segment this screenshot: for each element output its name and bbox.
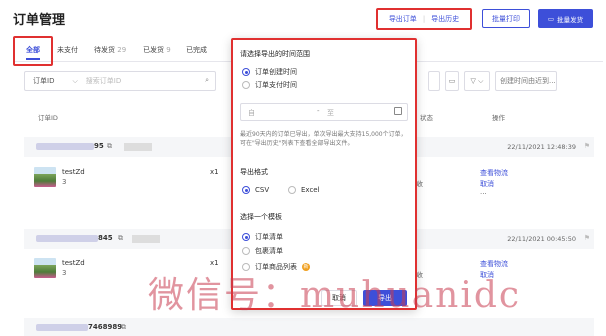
format-csv[interactable]: CSV [242, 186, 269, 194]
template-order-list-label: 订单清单 [255, 233, 283, 241]
truck-icon: ▭ [547, 14, 555, 23]
order-id-suffix: 845 [98, 234, 113, 242]
export-actions-group: 导出订单 | 导出历史 [376, 8, 472, 30]
product-name: testZd [62, 259, 85, 267]
export-history-link[interactable]: 导出历史 [431, 14, 459, 24]
copy-icon[interactable]: ⧉ [118, 234, 123, 243]
product-name: testZd [62, 168, 85, 176]
flag-icon[interactable]: ⚑ [584, 142, 590, 150]
time-option-paid[interactable]: 订单支付时间 [242, 80, 297, 90]
id-select-label: 订单ID [33, 77, 55, 85]
sort-select[interactable]: 创建时间由近到... [495, 71, 557, 91]
radio-selected [242, 233, 250, 241]
radio-selected [242, 186, 250, 194]
batch-ship-button[interactable]: ▭ 批量发货 [538, 9, 593, 28]
blurred-order-id [36, 324, 88, 331]
template-title: 选择一个模板 [240, 213, 282, 221]
col-action: 操作 [492, 114, 505, 122]
time-option-created[interactable]: 订单创建时间 [242, 67, 297, 77]
calendar-icon[interactable] [394, 107, 402, 115]
order-id-search[interactable]: 订单ID ⌵ 搜索订单ID ⌕ [24, 71, 216, 91]
tab-unpaid-label: 未支付 [57, 46, 78, 54]
product-thumbnail [34, 167, 56, 187]
format-csv-label: CSV [255, 186, 270, 194]
template-package-list[interactable]: 包裹清单 [242, 246, 283, 256]
tab-all-label: 全部 [26, 46, 40, 54]
date-range-picker[interactable]: 自 - 至 [240, 103, 408, 121]
time-option-paid-label: 订单支付时间 [255, 81, 297, 89]
filter-funnel-icon[interactable]: ▽ ⌵ [464, 71, 490, 91]
tab-shipped[interactable]: 已发货 9 [143, 45, 171, 55]
product-qty: 3 [62, 269, 67, 277]
format-excel[interactable]: Excel [288, 186, 320, 194]
radio-unselected [242, 81, 250, 89]
product-qty: 3 [62, 178, 67, 186]
template-package-list-label: 包裹清单 [255, 247, 283, 255]
active-tab-underline [26, 58, 40, 60]
flag-icon[interactable]: ⚑ [584, 234, 590, 242]
export-order-link[interactable]: 导出订单 [389, 14, 417, 24]
export-separator: | [422, 15, 426, 23]
radio-unselected [288, 186, 296, 194]
date-to-input[interactable]: 至 [327, 108, 334, 118]
export-note: 最近90天内的订单已导出，单次导出最大支持15,000个订单，可在"导出历史"列… [240, 131, 407, 147]
sort-select-label: 创建时间由近到... [500, 77, 556, 85]
page-title: 订单管理 [13, 13, 66, 28]
blurred-order-id [36, 235, 98, 242]
blurred-text [124, 143, 152, 151]
tab-to-ship-label: 待发货 [94, 46, 115, 54]
format-excel-label: Excel [301, 186, 320, 194]
tab-shipped-count: 9 [166, 46, 171, 54]
template-order-list[interactable]: 订单清单 [242, 232, 283, 242]
order-id-suffix: 95 [94, 142, 104, 150]
tab-to-ship-count: 29 [117, 46, 127, 54]
list-icon[interactable]: ▭ [445, 71, 459, 91]
blurred-text [132, 235, 160, 243]
order-management-page: 订单管理 导出订单 | 导出历史 批量打印 ▭ 批量发货 全部 未支付 待发货 … [0, 0, 606, 336]
product-thumbnail [34, 258, 56, 278]
tab-all[interactable]: 全部 [26, 45, 40, 55]
tab-to-ship[interactable]: 待发货 29 [94, 45, 126, 55]
blurred-order-id [36, 143, 94, 150]
time-range-title: 请选择导出的时间范围 [240, 50, 310, 58]
time-option-created-label: 订单创建时间 [255, 68, 297, 76]
search-icon[interactable]: ⌕ [205, 76, 209, 85]
col-status: 状态 [420, 114, 433, 122]
tab-shipped-label: 已发货 [143, 46, 164, 54]
copy-icon[interactable]: ⧉ [107, 142, 112, 151]
product-multiplier: x1 [210, 168, 219, 176]
more-actions[interactable]: ... [480, 188, 487, 196]
tab-unpaid[interactable]: 未支付 [57, 45, 78, 55]
radio-selected [242, 68, 250, 76]
watermark-text: 微信号：muhuanidc [148, 275, 522, 316]
date-from-input[interactable]: 自 [248, 108, 255, 118]
search-input[interactable]: 搜索订单ID [86, 76, 121, 86]
filter-left-edge[interactable] [428, 71, 440, 91]
copy-icon[interactable]: ⧉ [121, 323, 126, 332]
filter-right-group: ▭ ▽ ⌵ 创建时间由近到... [428, 71, 594, 91]
col-order-id: 订单ID [38, 114, 58, 122]
format-title: 导出格式 [240, 168, 268, 176]
tab-completed[interactable]: 已完成 [186, 45, 207, 55]
date-dash: - [317, 107, 320, 115]
order-id-suffix: 7468989 [88, 323, 123, 331]
batch-ship-label: 批量发货 [557, 15, 584, 24]
batch-print-button[interactable]: 批量打印 [482, 9, 530, 28]
tab-completed-label: 已完成 [186, 46, 207, 54]
radio-unselected [242, 247, 250, 255]
order-header: 7468989 ⧉ [24, 318, 594, 336]
order-time: 22/11/2021 12:48:39 [507, 143, 576, 151]
order-time: 22/11/2021 00:45:50 [507, 235, 576, 243]
chevron-down-icon: ⌵ [72, 76, 78, 85]
view-logistics-link[interactable]: 查看物流 [480, 168, 508, 178]
